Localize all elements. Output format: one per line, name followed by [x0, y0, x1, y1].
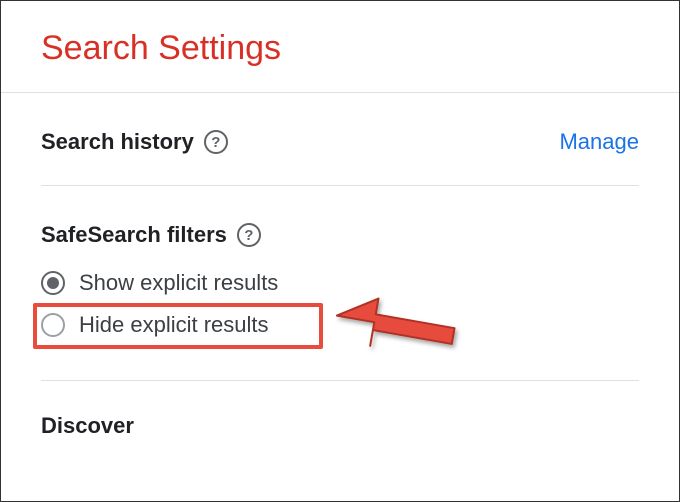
search-history-label-wrap: Search history ? [41, 129, 228, 155]
help-icon[interactable]: ? [204, 130, 228, 154]
safesearch-label-wrap: SafeSearch filters ? [41, 222, 261, 248]
safesearch-label: SafeSearch filters [41, 222, 227, 248]
radio-hide-explicit-label: Hide explicit results [79, 312, 269, 338]
page-title: Search Settings [41, 29, 639, 68]
radio-show-explicit-label: Show explicit results [79, 270, 278, 296]
radio-show-explicit[interactable]: Show explicit results [41, 262, 639, 304]
safesearch-section: SafeSearch filters ? Show explicit resul… [1, 186, 679, 381]
safesearch-radio-group: Show explicit results Hide explicit resu… [41, 262, 639, 381]
radio-button-icon [41, 271, 65, 295]
radio-hide-explicit[interactable]: Hide explicit results [41, 304, 639, 346]
search-history-section: Search history ? Manage [1, 93, 679, 186]
search-history-label: Search history [41, 129, 194, 155]
discover-label: Discover [41, 413, 134, 438]
header: Search Settings [1, 1, 679, 93]
help-icon[interactable]: ? [237, 223, 261, 247]
radio-button-icon [41, 313, 65, 337]
discover-section: Discover [1, 381, 679, 439]
manage-link[interactable]: Manage [559, 129, 639, 155]
